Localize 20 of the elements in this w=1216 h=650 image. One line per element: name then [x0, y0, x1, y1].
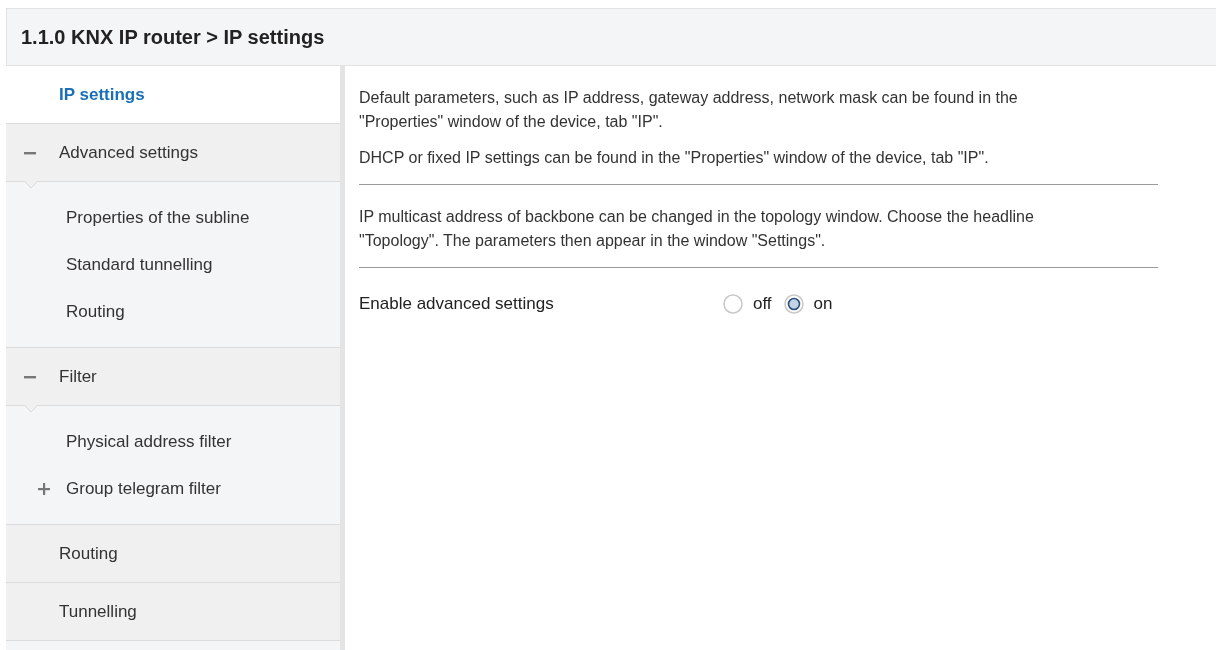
info-text: DHCP or fixed IP settings can be found in the "Properties" window of the device, tab "IP". — [359, 148, 990, 168]
nav-subitem[interactable]: Properties of the subline — [6, 194, 340, 241]
info-text: IP multicast address of backbone can be changed in the topology window. Choose the headline "Topology". The parameters then appear in the window "Settings". — [359, 207, 1035, 251]
page-title: 1.1.0 KNX IP router > IP settings — [21, 25, 325, 49]
radio-button[interactable] — [723, 294, 743, 314]
nav-item[interactable]: Routing — [6, 525, 340, 583]
nav-subitem[interactable]: Standard tunnelling — [6, 241, 340, 288]
nav-group-header[interactable]: Advanced settings — [6, 124, 340, 182]
nav-subitem[interactable]: Routing — [6, 288, 340, 335]
nav-subitem[interactable]: Physical address filter — [6, 418, 340, 465]
nav-subitem[interactable]: Group telegram filter — [6, 465, 340, 512]
radio-button[interactable] — [783, 294, 804, 314]
nav-group-header[interactable]: Filter — [6, 348, 340, 406]
nav-item[interactable]: IP settings — [6, 66, 340, 124]
setting-label: Enable advanced settings — [359, 294, 555, 314]
radio-option[interactable]: off — [723, 294, 772, 314]
nav-item[interactable]: Tunnelling — [6, 583, 340, 641]
info-text: Default parameters, such as IP address, gateway address, network mask can be found in the "Properties" window of the device, tab "IP". — [359, 88, 1019, 132]
expand-icon[interactable] — [38, 482, 50, 495]
radio-option[interactable]: on — [783, 294, 833, 314]
